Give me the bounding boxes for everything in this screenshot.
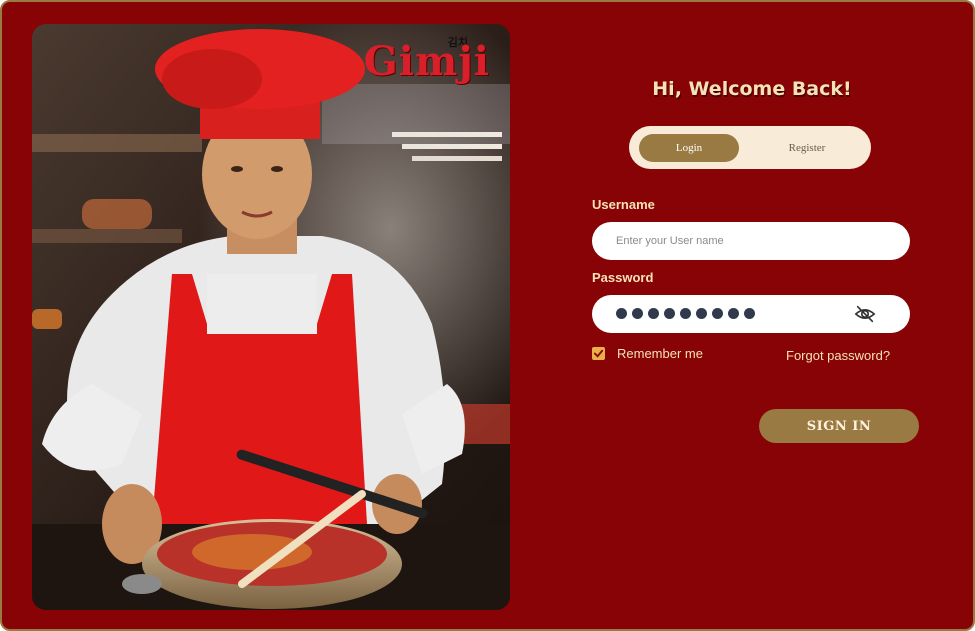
password-label: Password	[592, 270, 654, 285]
tab-login[interactable]: Login	[639, 134, 739, 162]
password-dot	[712, 308, 723, 319]
forgot-password-link[interactable]: Forgot password?	[786, 348, 890, 363]
remember-me-label: Remember me	[617, 346, 703, 361]
password-dot	[616, 308, 627, 319]
username-input[interactable]	[592, 222, 910, 260]
sign-in-button[interactable]: SIGN IN	[759, 409, 919, 443]
password-dot	[744, 308, 755, 319]
username-label: Username	[592, 197, 655, 212]
password-dot	[680, 308, 691, 319]
password-dot	[728, 308, 739, 319]
password-mask	[616, 308, 755, 319]
chef-photo: 김치 Gimji	[32, 24, 510, 610]
remember-me-checkbox[interactable]	[592, 347, 605, 360]
gimji-logo: Gimji	[363, 38, 490, 85]
eye-off-icon[interactable]	[854, 303, 876, 325]
welcome-heading: Hi, Welcome Back!	[652, 78, 852, 100]
auth-mode-toggle: Login Register	[629, 126, 871, 169]
password-dot	[648, 308, 659, 319]
password-dot	[632, 308, 643, 319]
remember-me: Remember me	[592, 346, 703, 361]
password-input[interactable]	[592, 295, 910, 333]
tab-register[interactable]: Register	[757, 134, 857, 162]
password-dot	[696, 308, 707, 319]
login-window: 김치 Gimji Hi, Welcome Back! Login Registe…	[0, 0, 975, 631]
password-dot	[664, 308, 675, 319]
